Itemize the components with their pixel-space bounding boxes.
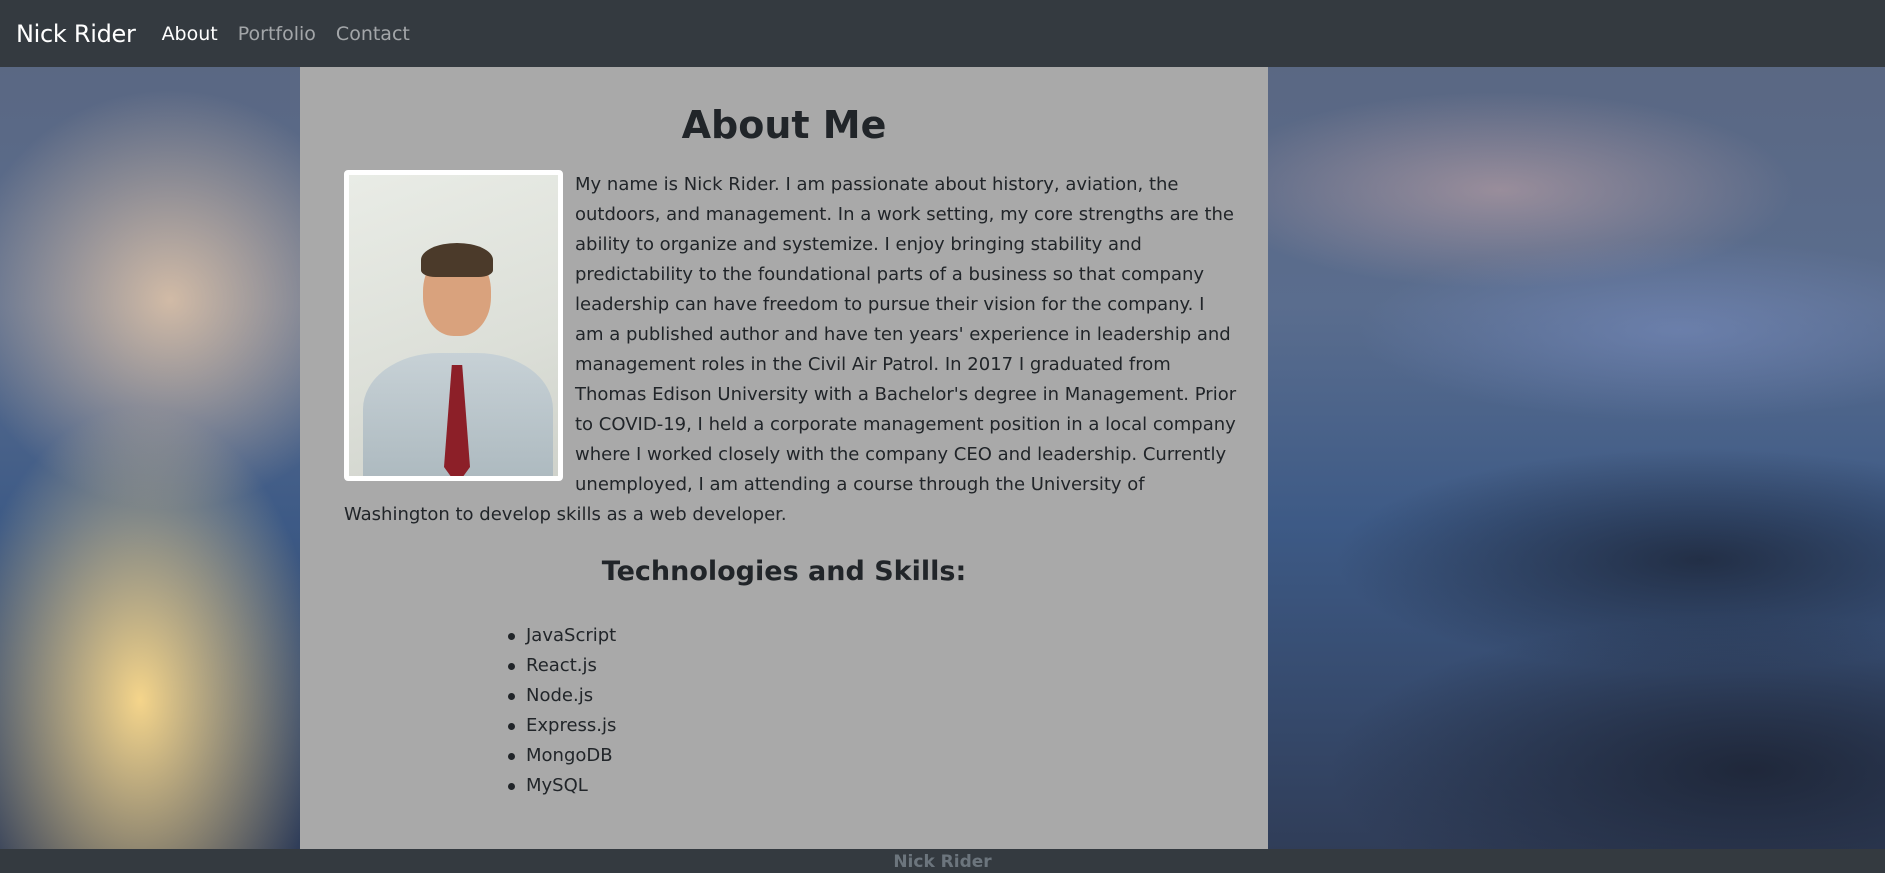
skill-item-javascript: JavaScript: [507, 621, 616, 651]
nav-link-portfolio[interactable]: Portfolio: [238, 23, 316, 45]
skill-item-mysql: MySQL: [507, 771, 616, 801]
skill-item-mongodb: MongoDB: [507, 741, 616, 771]
about-section: My name is Nick Rider. I am passionate a…: [344, 170, 1238, 530]
footer-text: Nick Rider: [893, 852, 992, 872]
skill-item-node: Node.js: [507, 681, 616, 711]
profile-photo: [344, 170, 563, 481]
photo-hair: [421, 243, 493, 277]
about-panel: About Me My name is Nick Rider. I am pas…: [300, 67, 1268, 849]
skill-item-react: React.js: [507, 651, 616, 681]
nav-link-contact[interactable]: Contact: [336, 23, 410, 45]
skill-item-express: Express.js: [507, 711, 616, 741]
skills-list: JavaScript React.js Node.js Express.js M…: [507, 621, 616, 801]
navbar-brand[interactable]: Nick Rider: [16, 20, 136, 48]
skills-heading: Technologies and Skills:: [601, 556, 967, 587]
navbar: Nick Rider About Portfolio Contact: [0, 0, 1885, 67]
footer: Nick Rider: [0, 849, 1885, 873]
nav-link-about[interactable]: About: [162, 23, 218, 45]
page-title: About Me: [681, 103, 887, 147]
